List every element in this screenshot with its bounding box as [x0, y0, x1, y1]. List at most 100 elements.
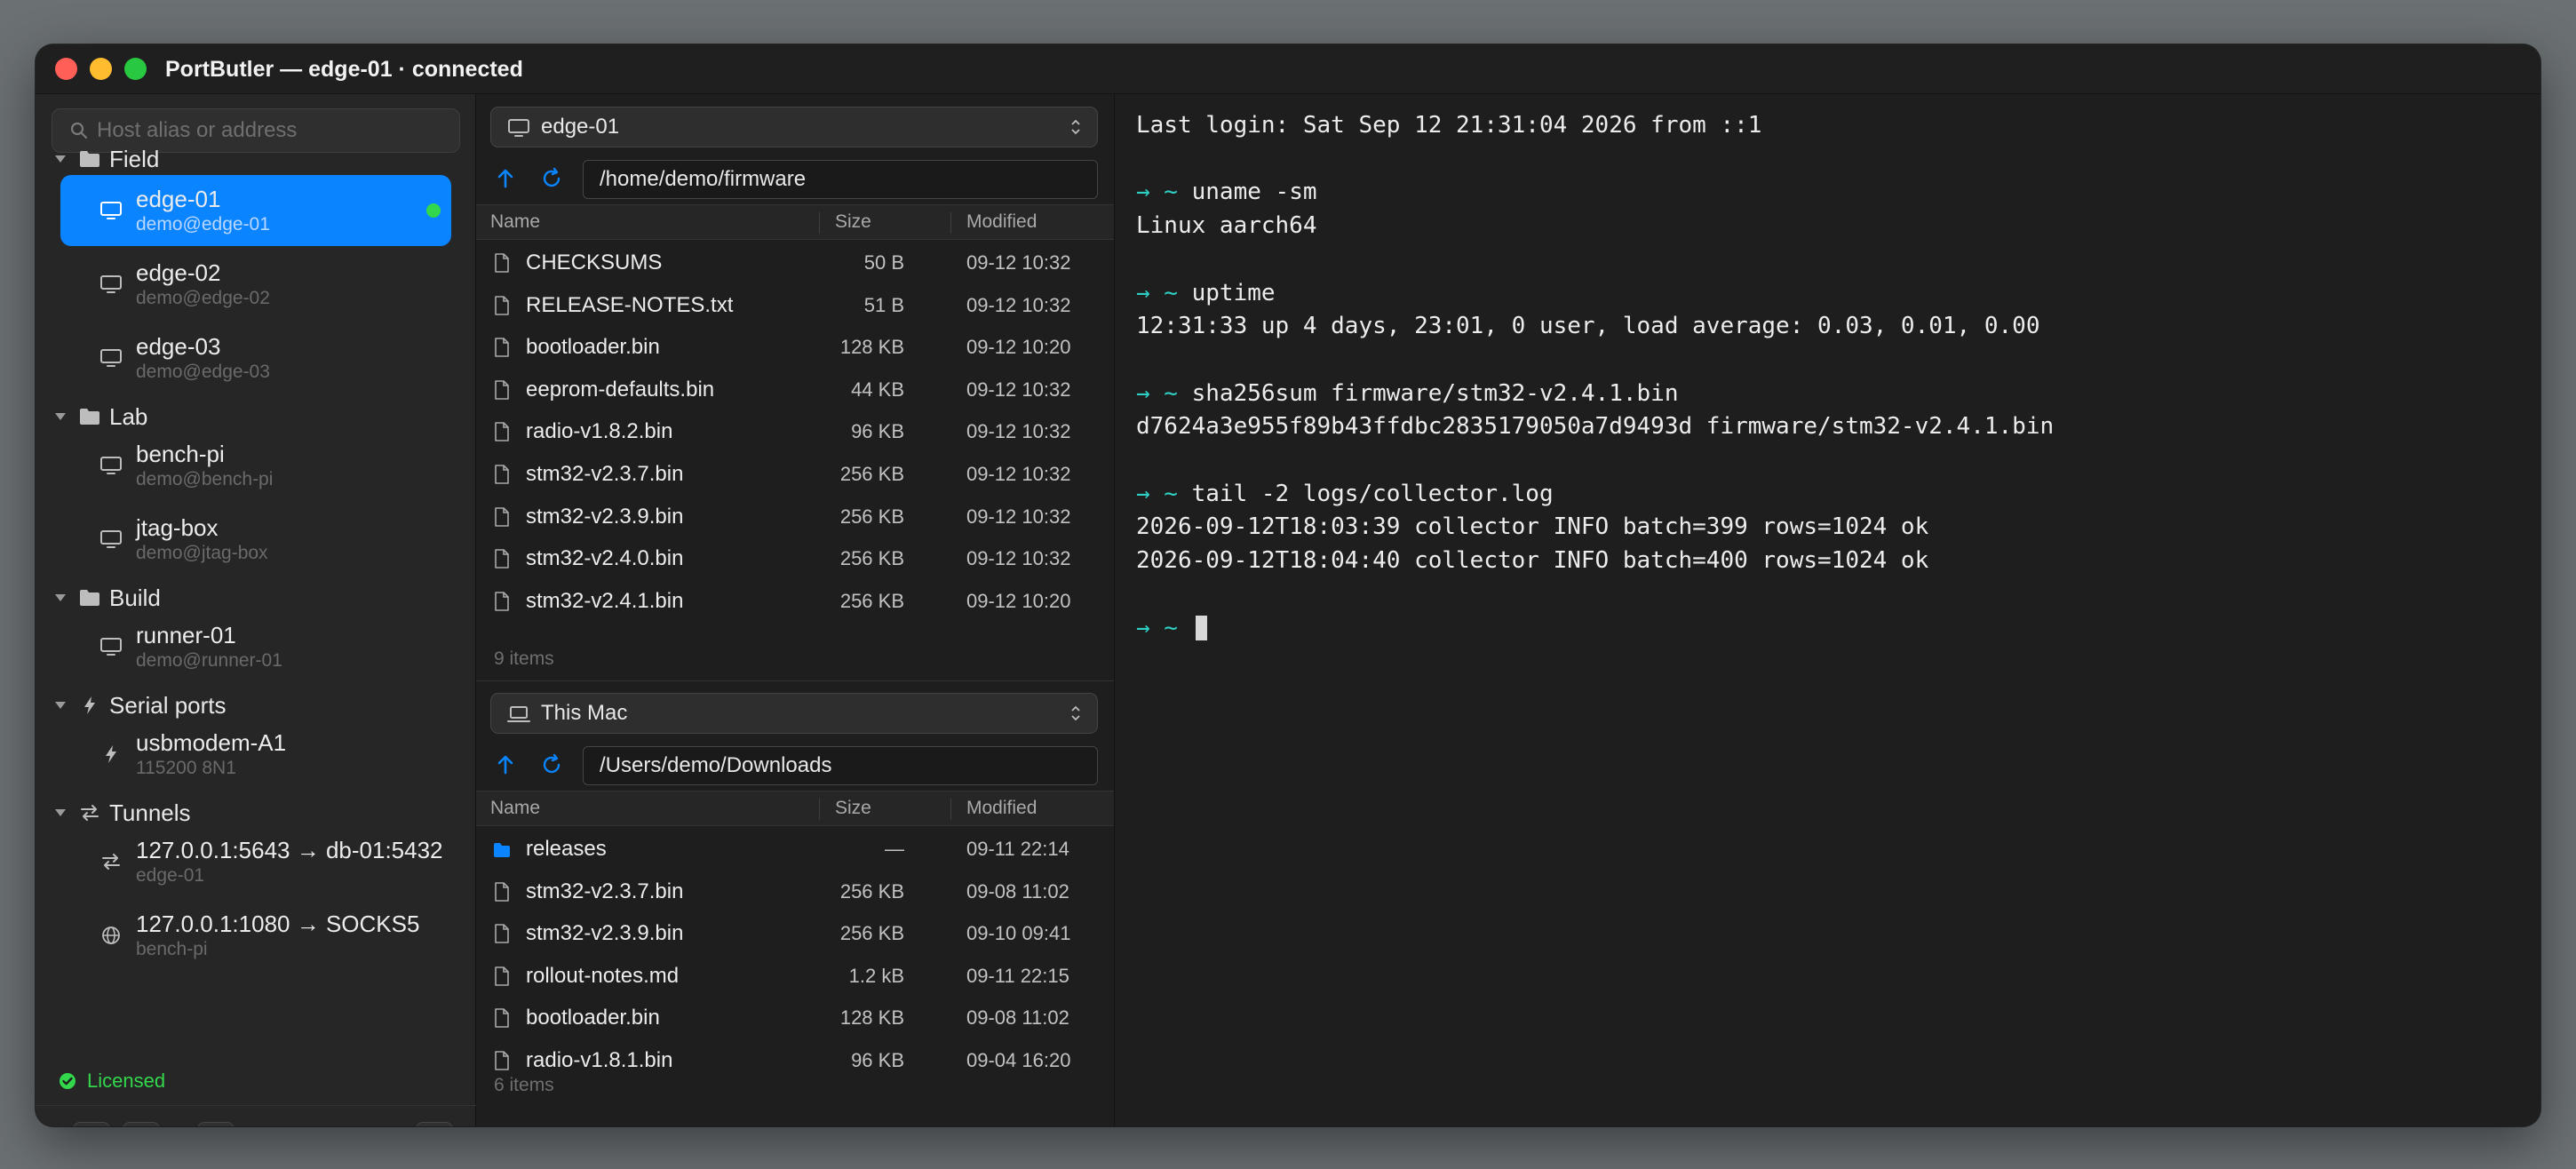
file-size: 256 KB	[839, 505, 904, 528]
file-size: 128 KB	[839, 336, 904, 359]
sidebar: Fieldedge-01demo@edge-01edge-02demo@edge…	[36, 94, 476, 1126]
document-icon	[494, 253, 510, 273]
folder-row[interactable]: releases — 09-11 22:14	[476, 830, 1114, 869]
sidebar-item-runner-01[interactable]: runner-01 demo@runner-01	[60, 611, 451, 682]
document-icon	[494, 549, 510, 569]
document-icon	[494, 591, 510, 611]
sidebar-item-jtag-box[interactable]: jtag-box demo@jtag-box	[60, 504, 451, 575]
remote-path-field[interactable]: /home/demo/firmware	[583, 160, 1098, 199]
file-row[interactable]: radio-v1.8.1.bin 96 KB 09-04 16:20	[476, 1041, 1114, 1080]
host-subtitle: edge-01	[136, 865, 205, 886]
parent-directory-button[interactable]	[492, 752, 519, 778]
file-row[interactable]: stm32-v2.3.7.bin 256 KB 09-08 11:02	[476, 872, 1114, 911]
terminal-command: sha256sum firmware/stm32-v2.4.1.bin	[1191, 379, 1679, 407]
refresh-button[interactable]	[538, 165, 565, 192]
file-size: 1.2 kB	[848, 964, 904, 987]
chevron-down-icon[interactable]	[53, 410, 68, 423]
monitor-icon	[99, 455, 123, 476]
host-name: edge-02	[136, 259, 221, 286]
terminal-command: tail -2 logs/collector.log	[1191, 480, 1554, 507]
file-row[interactable]: eeprom-defaults.bin 44 KB 09-12 10:32	[476, 370, 1114, 410]
file-row[interactable]: stm32-v2.4.1.bin 256 KB 09-12 10:20	[476, 582, 1114, 621]
sidebar-item-edge-01[interactable]: edge-01 demo@edge-01	[60, 175, 451, 246]
file-row[interactable]: stm32-v2.3.7.bin 256 KB 09-12 10:32	[476, 455, 1114, 494]
file-row[interactable]: rollout-notes.md 1.2 kB 09-11 22:15	[476, 957, 1114, 996]
license-label: Licensed	[87, 1070, 166, 1092]
file-size: 96 KB	[851, 420, 904, 443]
monitor-icon	[99, 529, 123, 550]
connected-indicator	[426, 203, 441, 218]
local-host-select[interactable]: This Mac	[490, 693, 1098, 734]
sidebar-item-127-0-0-1-5643-db-01-5432[interactable]: 127.0.0.1:5643 → db-01:5432 edge-01	[60, 826, 451, 897]
sidebar-item-edge-03[interactable]: edge-03 demo@edge-03	[60, 322, 451, 394]
sidebar-group-field[interactable]: Field	[36, 139, 476, 179]
column-size[interactable]: Size	[835, 791, 871, 825]
column-size[interactable]: Size	[835, 205, 871, 239]
document-icon	[494, 338, 510, 357]
minimize-window-button[interactable]	[90, 58, 112, 80]
edit-host-button[interactable]	[123, 1122, 160, 1126]
refresh-button[interactable]	[538, 752, 565, 778]
zoom-window-button[interactable]	[124, 58, 147, 80]
settings-button[interactable]	[416, 1122, 453, 1126]
chevron-down-icon[interactable]	[53, 807, 68, 819]
bolt-icon	[78, 695, 101, 716]
sidebar-item-usbmodem-a1[interactable]: usbmodem-A1 115200 8N1	[60, 719, 451, 790]
document-icon	[494, 506, 510, 527]
terminal-cursor	[1195, 616, 1207, 640]
terminal-output-line: 2026-09-12T18:04:40 collector INFO batch…	[1136, 547, 1929, 575]
file-modified: 09-11 22:14	[966, 838, 1069, 860]
file-row[interactable]: stm32-v2.3.9.bin 256 KB 09-10 09:41	[476, 914, 1114, 953]
remote-host-select[interactable]: edge-01	[490, 107, 1098, 147]
file-name: bootloader.bin	[526, 1006, 660, 1030]
file-modified: 09-08 11:02	[966, 1006, 1069, 1030]
host-subtitle: demo@edge-02	[136, 288, 270, 308]
column-name[interactable]: Name	[490, 791, 540, 825]
file-row[interactable]: bootloader.bin 128 KB 09-12 10:20	[476, 328, 1114, 367]
file-row[interactable]: bootloader.bin 128 KB 09-08 11:02	[476, 998, 1114, 1038]
column-modified[interactable]: Modified	[966, 791, 1037, 825]
host-name: runner-01	[136, 622, 236, 648]
sidebar-item-edge-02[interactable]: edge-02 demo@edge-02	[60, 249, 451, 320]
chevron-down-icon[interactable]	[53, 153, 68, 165]
document-icon	[494, 966, 510, 986]
pane-divider[interactable]	[476, 680, 1114, 681]
terminal[interactable]: Last login: Sat Sep 12 21:31:04 2026 fro…	[1114, 94, 2540, 1126]
local-item-count: 6 items	[494, 1075, 554, 1095]
file-row[interactable]: radio-v1.8.2.bin 96 KB 09-12 10:32	[476, 412, 1114, 451]
remote-file-header: Name Size Modified	[476, 204, 1114, 240]
add-host-button[interactable]	[73, 1122, 110, 1126]
chevron-down-icon[interactable]	[53, 592, 68, 604]
chevron-down-icon[interactable]	[53, 699, 68, 712]
file-row[interactable]: CHECKSUMS 50 B 09-12 10:32	[476, 243, 1114, 282]
document-icon	[494, 881, 510, 902]
delete-host-button[interactable]	[197, 1122, 235, 1126]
host-subtitle: demo@edge-01	[136, 214, 270, 235]
chevron-up-down-icon	[1071, 119, 1080, 135]
file-size: 256 KB	[839, 589, 904, 612]
close-window-button[interactable]	[55, 58, 77, 80]
remote-host-label: edge-01	[541, 115, 620, 139]
column-modified[interactable]: Modified	[966, 205, 1037, 239]
local-path-field[interactable]: /Users/demo/Downloads	[583, 746, 1098, 785]
monitor-icon	[508, 119, 529, 137]
document-icon	[494, 422, 510, 442]
file-modified: 09-12 10:20	[966, 336, 1071, 359]
monitor-icon	[99, 636, 123, 657]
sidebar-item-127-0-0-1-1080-socks5[interactable]: 127.0.0.1:1080 → SOCKS5 bench-pi	[60, 900, 451, 971]
file-row[interactable]: stm32-v2.4.0.bin 256 KB 09-12 10:32	[476, 539, 1114, 578]
file-row[interactable]: RELEASE-NOTES.txt 51 B 09-12 10:32	[476, 286, 1114, 325]
sidebar-item-bench-pi[interactable]: bench-pi demo@bench-pi	[60, 430, 451, 501]
file-modified: 09-12 10:32	[966, 293, 1071, 316]
parent-directory-button[interactable]	[492, 165, 519, 192]
host-name: 127.0.0.1:5643 → db-01:5432	[136, 837, 443, 863]
file-name: eeprom-defaults.bin	[526, 377, 715, 402]
host-subtitle: demo@edge-03	[136, 362, 270, 382]
file-row[interactable]: stm32-v2.3.9.bin 256 KB 09-12 10:32	[476, 497, 1114, 537]
file-modified: 09-08 11:02	[966, 879, 1069, 903]
file-size: 50 B	[863, 251, 904, 274]
chevron-up-down-icon	[1071, 705, 1080, 721]
local-nav-row: /Users/demo/Downloads	[476, 743, 1114, 787]
terminal-command: uptime	[1191, 279, 1276, 306]
column-name[interactable]: Name	[490, 205, 540, 239]
